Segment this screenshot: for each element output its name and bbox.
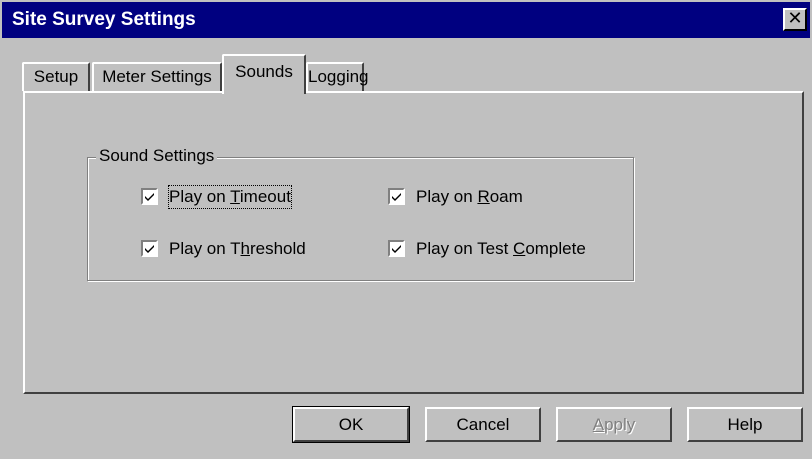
play-on-timeout-label: Play on Timeout: [168, 185, 292, 209]
apply-button[interactable]: Apply: [556, 407, 672, 442]
tab-sounds[interactable]: Sounds: [222, 54, 306, 94]
tab-setup[interactable]: Setup: [22, 62, 90, 91]
cancel-button[interactable]: Cancel: [425, 407, 541, 442]
cancel-button-label: Cancel: [456, 415, 510, 434]
title-bar[interactable]: Site Survey Settings ✕: [2, 2, 810, 38]
tab-logging[interactable]: Logging: [306, 62, 369, 91]
ok-button[interactable]: OK: [292, 406, 410, 443]
play-on-threshold-checkbox[interactable]: [141, 240, 158, 257]
play-on-test-complete-label: Play on Test Complete: [416, 239, 586, 258]
site-survey-settings-dialog: Site Survey Settings ✕ Setup Meter Setti…: [0, 0, 812, 459]
tab-meter-settings[interactable]: Meter Settings: [92, 62, 222, 91]
help-button[interactable]: Help: [687, 407, 803, 442]
play-on-threshold-label: Play on Threshold: [169, 239, 306, 258]
checkmark-icon: [145, 193, 154, 201]
apply-button-label: Apply: [592, 415, 636, 434]
play-on-roam-checkbox[interactable]: [388, 188, 405, 205]
sound-settings-group: [87, 157, 634, 281]
tab-meter-settings-label: Meter Settings: [102, 67, 212, 86]
play-on-timeout-checkbox[interactable]: [141, 188, 158, 205]
tab-setup-label: Setup: [33, 67, 79, 86]
ok-button-label: OK: [338, 415, 364, 434]
tab-logging-label: Logging: [308, 67, 369, 86]
help-button-label: Help: [727, 415, 763, 434]
close-icon: ✕: [787, 8, 803, 28]
tab-sounds-label: Sounds: [235, 62, 293, 81]
checkmark-icon: [392, 193, 401, 201]
checkmark-icon: [392, 245, 401, 253]
play-on-test-complete-checkbox[interactable]: [388, 240, 405, 257]
sound-settings-legend: Sound Settings: [96, 145, 218, 167]
close-button[interactable]: ✕: [783, 8, 807, 31]
window-title: Site Survey Settings: [12, 9, 196, 30]
checkmark-icon: [145, 245, 154, 253]
play-on-roam-label: Play on Roam: [416, 187, 523, 206]
